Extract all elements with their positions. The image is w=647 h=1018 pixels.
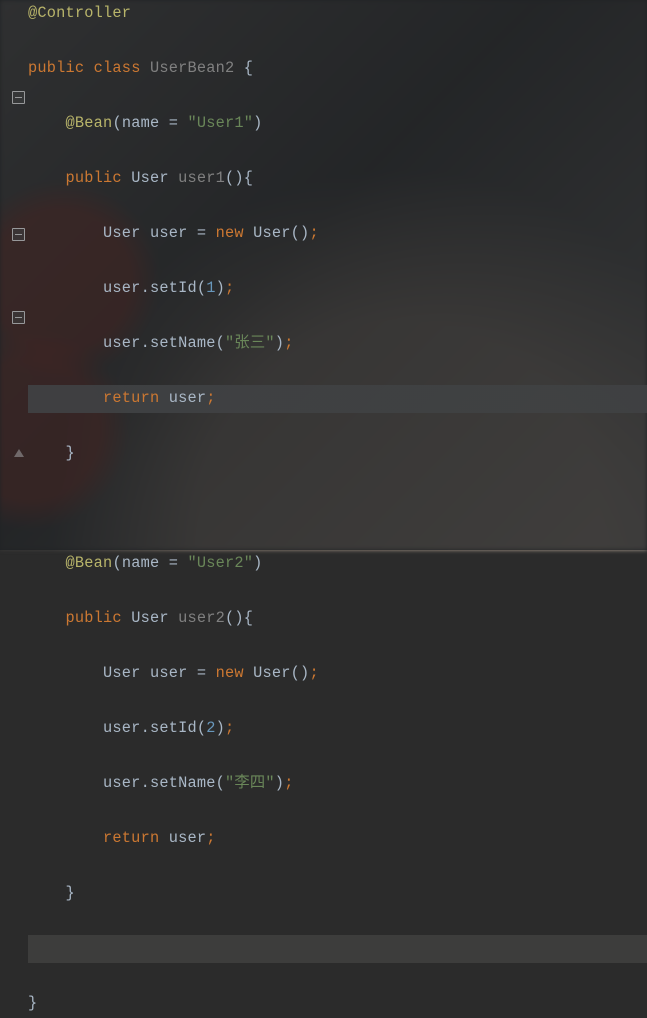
fold-minus-icon[interactable] — [12, 228, 25, 241]
token: (){ — [225, 169, 253, 187]
token: setId — [150, 279, 197, 297]
token: ( — [197, 279, 206, 297]
fold-minus-icon[interactable] — [12, 91, 25, 104]
token: setId — [150, 719, 197, 737]
token: user — [169, 389, 207, 407]
code-line[interactable]: public User user2(){ — [28, 605, 647, 633]
fold-end-icon[interactable] — [14, 449, 24, 457]
token: } — [66, 444, 75, 462]
token: "User1" — [187, 114, 253, 132]
token: user — [103, 719, 141, 737]
token: 2 — [206, 719, 215, 737]
token: user — [150, 664, 197, 682]
code-line[interactable]: user.setName("李四"); — [28, 770, 647, 798]
token: (){ — [225, 609, 253, 627]
code-line[interactable]: @Bean(name = "User1") — [28, 110, 647, 138]
token: } — [28, 994, 37, 1012]
code-line[interactable]: user.setId(2); — [28, 715, 647, 743]
token: setName — [150, 334, 216, 352]
token: class — [94, 59, 150, 77]
token: 1 — [206, 279, 215, 297]
token: ; — [309, 664, 318, 682]
code-line[interactable] — [28, 935, 647, 963]
code-line[interactable]: User user = new User(); — [28, 220, 647, 248]
token: public — [66, 169, 132, 187]
token: ; — [309, 224, 318, 242]
token: (name = — [112, 554, 187, 572]
token: "User2" — [187, 554, 253, 572]
token: user — [103, 774, 141, 792]
fold-minus-icon[interactable] — [12, 311, 25, 324]
code-line[interactable]: } — [28, 990, 647, 1018]
token: = — [197, 224, 216, 242]
token: User — [131, 169, 178, 187]
token: "张三" — [225, 334, 275, 352]
token: ) — [216, 719, 225, 737]
token: @Controller — [28, 4, 131, 22]
token: ( — [216, 334, 225, 352]
token: return — [103, 829, 169, 847]
token: { — [244, 59, 253, 77]
token: new — [216, 664, 254, 682]
token: "李四" — [225, 774, 275, 792]
token: @Bean — [66, 114, 113, 132]
token: . — [141, 719, 150, 737]
token: ; — [206, 389, 215, 407]
token: (name = — [112, 114, 187, 132]
code-line[interactable]: user.setName("张三"); — [28, 330, 647, 358]
code-line[interactable]: User user = new User(); — [28, 660, 647, 688]
token: ( — [216, 774, 225, 792]
token: user — [103, 279, 141, 297]
token: UserBean2 — [150, 59, 244, 77]
token: return — [103, 389, 169, 407]
token: @Bean — [66, 554, 113, 572]
token: public — [28, 59, 94, 77]
token: User — [131, 609, 178, 627]
token: ( — [197, 719, 206, 737]
code-line[interactable]: @Bean(name = "User2") — [28, 550, 647, 578]
token: ; — [225, 279, 234, 297]
token: user — [103, 334, 141, 352]
token: } — [66, 884, 75, 902]
code-line[interactable]: @Controller — [28, 0, 647, 28]
code-line[interactable]: return user; — [28, 385, 647, 413]
token: user — [169, 829, 207, 847]
code-line[interactable]: } — [28, 880, 647, 908]
token: ; — [284, 774, 293, 792]
token: user1 — [178, 169, 225, 187]
token: ; — [225, 719, 234, 737]
token: User — [103, 224, 150, 242]
token: ) — [253, 554, 262, 572]
code-line[interactable]: public User user1(){ — [28, 165, 647, 193]
token: user — [150, 224, 197, 242]
token: ; — [206, 829, 215, 847]
token: User — [103, 664, 150, 682]
code-line[interactable]: } — [28, 440, 647, 468]
token: new — [216, 224, 254, 242]
code-line[interactable] — [28, 495, 647, 523]
token: ) — [275, 334, 284, 352]
code-line[interactable]: return user; — [28, 825, 647, 853]
code-area[interactable]: @Controller public class UserBean2 { @Bea… — [28, 0, 647, 523]
token: ) — [253, 114, 262, 132]
token: User() — [253, 224, 309, 242]
token: User() — [253, 664, 309, 682]
code-line[interactable]: public class UserBean2 { — [28, 55, 647, 83]
token: user2 — [178, 609, 225, 627]
gutter[interactable] — [0, 0, 26, 550]
code-line[interactable]: user.setId(1); — [28, 275, 647, 303]
token: setName — [150, 774, 216, 792]
token: . — [141, 334, 150, 352]
token: . — [141, 279, 150, 297]
token: public — [66, 609, 132, 627]
token: ) — [275, 774, 284, 792]
token: ; — [284, 334, 293, 352]
token: = — [197, 664, 216, 682]
code-editor[interactable]: @Controller public class UserBean2 { @Bea… — [0, 0, 647, 550]
token: ) — [216, 279, 225, 297]
token: . — [141, 774, 150, 792]
